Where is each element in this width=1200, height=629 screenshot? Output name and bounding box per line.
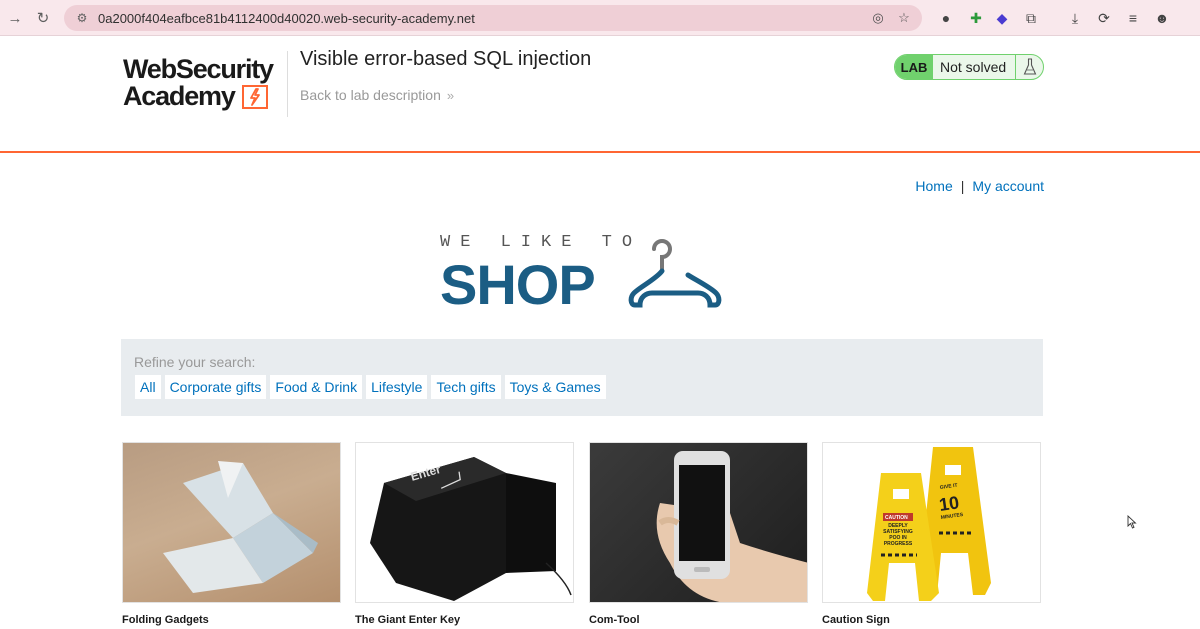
logo-line2: Academy <box>123 81 236 111</box>
category-food-drink[interactable]: Food & Drink <box>269 374 364 400</box>
site-info-icon[interactable]: ⚙ <box>74 10 90 26</box>
forward-icon[interactable]: → <box>1 4 29 32</box>
flask-icon <box>1015 55 1043 79</box>
mouse-cursor-icon <box>1127 515 1137 529</box>
extension-cube-icon[interactable]: ◆ <box>992 8 1012 28</box>
banner-tagline: WE LIKE TO <box>440 233 643 252</box>
browser-toolbar: → ↻ ⚙ 0a2000f404eafbce81b4112400d40020.w… <box>0 0 1200 36</box>
category-lifestyle[interactable]: Lifestyle <box>365 374 429 400</box>
product-image[interactable] <box>122 442 341 603</box>
lab-label: LAB <box>895 55 933 79</box>
lab-status-badge: LAB Not solved <box>894 54 1044 80</box>
download-icon[interactable]: ⤓ <box>1065 8 1085 28</box>
product-card[interactable]: GIVE IT 10 MINUTES CAUTION DEEPLY SATISF… <box>822 442 1041 626</box>
category-toys-games[interactable]: Toys & Games <box>503 374 607 400</box>
bookmark-star-icon[interactable]: ☆ <box>896 10 912 26</box>
sign-number-text: 10 <box>938 492 961 515</box>
sign-caution-text: CAUTION <box>885 515 908 521</box>
product-name[interactable]: Folding Gadgets <box>122 614 341 626</box>
puzzle-icon[interactable]: ⧉ <box>1021 8 1041 28</box>
url-text: 0a2000f404eafbce81b4112400d40020.web-sec… <box>98 10 475 26</box>
product-card[interactable]: Folding Gadgets <box>122 442 341 626</box>
logo-line1: WebSecurity <box>123 54 274 84</box>
back-link-label: Back to lab description <box>300 87 441 103</box>
product-image[interactable]: Enter <box>355 442 574 603</box>
eye-off-icon[interactable]: ◎ <box>870 10 886 26</box>
web-security-academy-logo[interactable]: WebSecurity Academy <box>123 55 288 113</box>
sync-icon[interactable]: ⟳ <box>1094 8 1114 28</box>
nav-separator: | <box>960 178 965 194</box>
sign-message-text: DEEPLY SATISFYING POO IN PROGRESS <box>883 523 913 547</box>
header-divider <box>287 51 288 117</box>
product-card[interactable]: Enter The Giant Enter Key <box>355 442 574 626</box>
media-icon[interactable]: ≡ <box>1123 8 1143 28</box>
my-account-link[interactable]: My account <box>972 178 1044 194</box>
address-bar[interactable]: ⚙ 0a2000f404eafbce81b4112400d40020.web-s… <box>64 5 922 31</box>
extension-icon[interactable]: ● <box>936 8 956 28</box>
product-name[interactable]: Com-Tool <box>589 614 808 626</box>
product-name[interactable]: The Giant Enter Key <box>355 614 574 626</box>
lab-header: WebSecurity Academy Visible error-based … <box>0 37 1200 153</box>
product-card[interactable]: Com-Tool <box>589 442 808 626</box>
filter-panel: Refine your search: All Corporate gifts … <box>121 339 1043 416</box>
home-link[interactable]: Home <box>915 178 952 194</box>
lab-status-text: Not solved <box>940 59 1007 75</box>
filter-label: Refine your search: <box>134 354 256 370</box>
hanger-icon <box>628 239 722 308</box>
top-nav: Home | My account <box>915 178 1044 194</box>
reload-icon[interactable]: ↻ <box>29 4 57 32</box>
lightning-icon <box>242 85 268 109</box>
shop-banner: WE LIKE TO SHOP <box>440 233 730 316</box>
category-all[interactable]: All <box>134 374 162 400</box>
banner-shop-word: SHOP <box>440 253 596 316</box>
product-name[interactable]: Caution Sign <box>822 614 1041 626</box>
profile-avatar-icon[interactable]: ☻ <box>1152 8 1172 28</box>
category-corporate-gifts[interactable]: Corporate gifts <box>163 374 268 400</box>
category-tech-gifts[interactable]: Tech gifts <box>430 374 502 400</box>
back-to-lab-link[interactable]: Back to lab description » <box>300 87 454 103</box>
extension-plus-icon[interactable]: ✚ <box>966 8 986 28</box>
lab-title: Visible error-based SQL injection <box>300 48 592 70</box>
product-image[interactable]: GIVE IT 10 MINUTES CAUTION DEEPLY SATISF… <box>822 442 1041 603</box>
product-image[interactable] <box>589 442 808 603</box>
double-chevron-right-icon: » <box>446 88 455 103</box>
category-list: All Corporate gifts Food & Drink Lifesty… <box>134 374 607 400</box>
